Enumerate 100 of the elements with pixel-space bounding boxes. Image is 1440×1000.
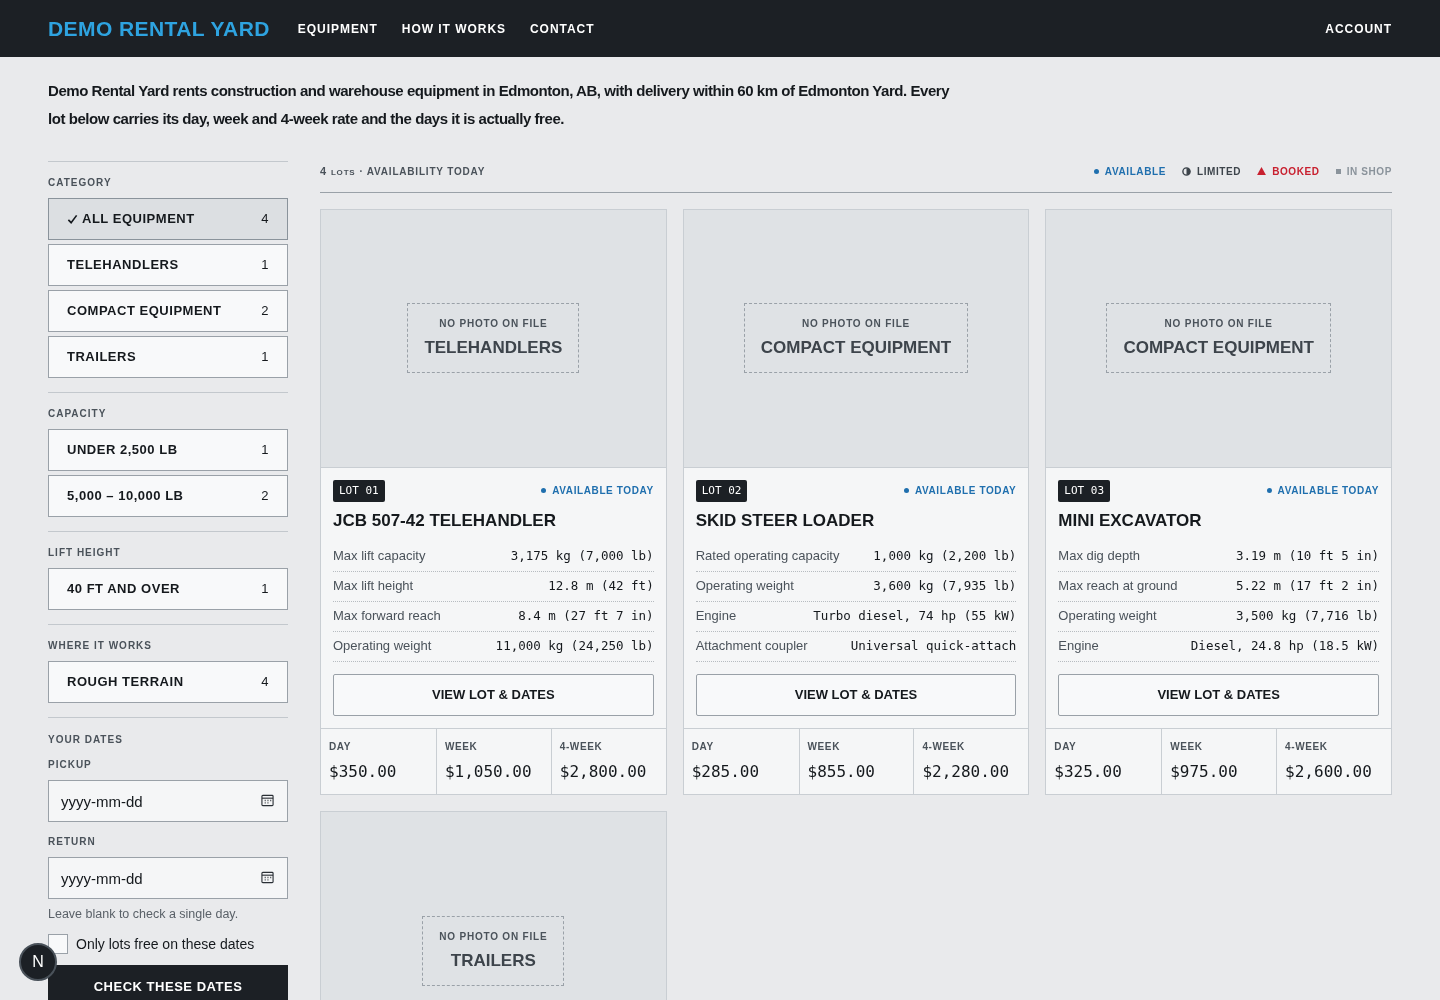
filter-count: 1	[261, 256, 269, 275]
spec-label: Operating weight	[1058, 607, 1157, 626]
filter-option[interactable]: ROUGH TERRAIN 4	[48, 661, 288, 703]
spec-label: Max reach at ground	[1058, 577, 1178, 596]
no-photo-label: NO PHOTO ON FILE	[439, 316, 548, 331]
filter-option[interactable]: 40 FT AND OVER 1	[48, 568, 288, 610]
filter-option[interactable]: 5,000 – 10,000 LB 2	[48, 475, 288, 517]
spec-value: Diesel, 24.8 hp (18.5 kW)	[1190, 636, 1379, 655]
check-icon	[67, 213, 78, 225]
filter-label: 5,000 – 10,000 LB	[67, 487, 184, 506]
filter-label: TRAILERS	[67, 348, 137, 367]
filter-option[interactable]: TRAILERS 1	[48, 336, 288, 378]
account-link[interactable]: ACCOUNT	[1325, 19, 1392, 38]
spec-value: 12.8 m (42 ft)	[548, 576, 654, 595]
lot-title: JCB 507-42 TELEHANDLER	[333, 510, 557, 532]
no-photo-label: NO PHOTO ON FILE	[801, 316, 911, 331]
lot-tag: LOT 01	[333, 479, 385, 502]
rate-price: $2,800.00	[559, 760, 648, 783]
filter-label: COMPACT EQUIPMENT	[67, 302, 222, 321]
spec-value: 5.22 m (17 ft 2 in)	[1236, 576, 1379, 595]
spec-value: 3,500 kg (7,716 lb)	[1236, 606, 1379, 625]
filter-count: 4	[261, 210, 269, 229]
rate-label: 4-WEEK	[922, 739, 966, 754]
spec-label: Rated operating capacity	[695, 547, 840, 566]
filter-label: TELEHANDLERS	[67, 256, 179, 275]
pickup-date-field[interactable]: yyyy-mm-dd	[48, 780, 288, 822]
checkbox-label: Only lots free on these dates	[76, 934, 255, 954]
filter-count: 2	[261, 487, 269, 506]
calendar-icon	[261, 794, 274, 807]
legend-label: AVAILABLE	[1104, 164, 1166, 179]
nav-link[interactable]: HOW IT WORKS	[401, 19, 506, 38]
rate-price: $975.00	[1170, 760, 1239, 783]
filter-label: ROUGH TERRAIN	[67, 673, 184, 692]
no-photo-label: NO PHOTO ON FILE	[439, 929, 548, 944]
spec-value: Universal quick-attach	[850, 636, 1017, 655]
nav-link[interactable]: EQUIPMENT	[297, 19, 378, 38]
spec-value: Turbo diesel, 74 hp (55 kW)	[813, 606, 1017, 625]
rate-label: 4-WEEK	[559, 739, 604, 754]
rate-price: $855.00	[807, 760, 876, 783]
field-label: PICKUP	[48, 758, 93, 772]
nav-link[interactable]: CONTACT	[530, 19, 595, 38]
spec-label: Max lift capacity	[333, 547, 426, 566]
spec-value: 3,175 kg (7,000 lb)	[510, 546, 654, 565]
lot-tag: LOT 03	[1058, 479, 1111, 502]
intro-paragraph: Demo Rental Yard rents construction and warehouse equipment in Edmonton, AB, with delivery within 60 km of Edmonton Yard. Every lot below carries its day, week and 4-week rate and the days it is actually free.	[47, 81, 951, 129]
hint-text: Leave blank to check a single day.	[48, 906, 240, 923]
legend-label: IN SHOP	[1346, 164, 1392, 179]
rate-label: WEEK	[1170, 739, 1204, 754]
lot-tag: LOT 02	[695, 479, 748, 502]
rate-price: $2,600.00	[1285, 760, 1373, 783]
rate-label: WEEK	[807, 739, 841, 754]
photo-category: TRAILERS	[450, 949, 536, 972]
rate-price: $350.00	[329, 760, 398, 783]
spec-label: Max forward reach	[333, 607, 441, 626]
view-lot-button[interactable]: VIEW LOT & DATES	[695, 673, 1017, 716]
spec-label: Max lift height	[333, 577, 414, 596]
filter-option[interactable]: UNDER 2,500 LB 1	[48, 429, 288, 471]
view-lot-button[interactable]: VIEW LOT & DATES	[1058, 673, 1379, 716]
photo-category: TELEHANDLERS	[424, 336, 563, 359]
check-dates-button[interactable]: CHECK THESE DATES	[48, 964, 288, 1000]
lot-count: 4	[320, 164, 327, 179]
spec-label: Engine	[1058, 637, 1099, 656]
calendar-icon	[261, 871, 274, 884]
filter-count: 2	[261, 302, 269, 321]
spec-value: 11,000 kg (24,250 lb)	[495, 636, 654, 655]
filter-label: 40 FT AND OVER	[67, 580, 180, 599]
filter-heading: LIFT HEIGHT	[48, 546, 122, 560]
spec-label: Operating weight	[333, 637, 432, 656]
spec-label: Operating weight	[695, 577, 794, 596]
filter-label: ALL EQUIPMENT	[82, 210, 195, 229]
rate-label: WEEK	[444, 739, 479, 754]
legend-label: BOOKED	[1272, 164, 1320, 179]
lot-count-unit: LOTS	[330, 167, 356, 179]
filter-option[interactable]: COMPACT EQUIPMENT 2	[48, 290, 288, 332]
filter-heading: CAPACITY	[48, 407, 108, 421]
spec-label: Max dig depth	[1058, 547, 1140, 566]
checkbox[interactable]	[48, 934, 68, 955]
lot-title: SKID STEER LOADER	[695, 510, 876, 532]
spec-value: 3.19 m (10 ft 5 in)	[1236, 546, 1379, 565]
filter-count: 1	[261, 441, 269, 460]
rate-label: DAY	[329, 739, 352, 754]
view-lot-button[interactable]: VIEW LOT & DATES	[333, 673, 654, 716]
legend-label: LIMITED	[1196, 164, 1242, 179]
rate-price: $285.00	[691, 760, 761, 783]
filter-option[interactable]: ALL EQUIPMENT 4	[48, 198, 288, 240]
lot-title: MINI EXCAVATOR	[1058, 510, 1203, 532]
spec-value: 3,600 kg (7,935 lb)	[873, 576, 1017, 595]
photo-category: COMPACT EQUIPMENT	[760, 336, 952, 359]
filter-option[interactable]: TELEHANDLERS 1	[48, 244, 288, 286]
brand-logo[interactable]: DEMO RENTAL YARD	[48, 12, 270, 45]
filter-heading: CATEGORY	[48, 176, 113, 190]
spec-label: Attachment coupler	[695, 637, 808, 656]
rate-price: $2,280.00	[922, 760, 1011, 783]
filter-label: UNDER 2,500 LB	[67, 441, 178, 460]
filter-count: 1	[261, 348, 269, 367]
dates-heading: YOUR DATES	[48, 733, 124, 747]
rate-label: DAY	[1054, 739, 1078, 754]
field-label: RETURN	[48, 835, 97, 849]
dev-tools-button[interactable]: N	[19, 943, 57, 981]
return-date-field[interactable]: yyyy-mm-dd	[48, 857, 288, 899]
